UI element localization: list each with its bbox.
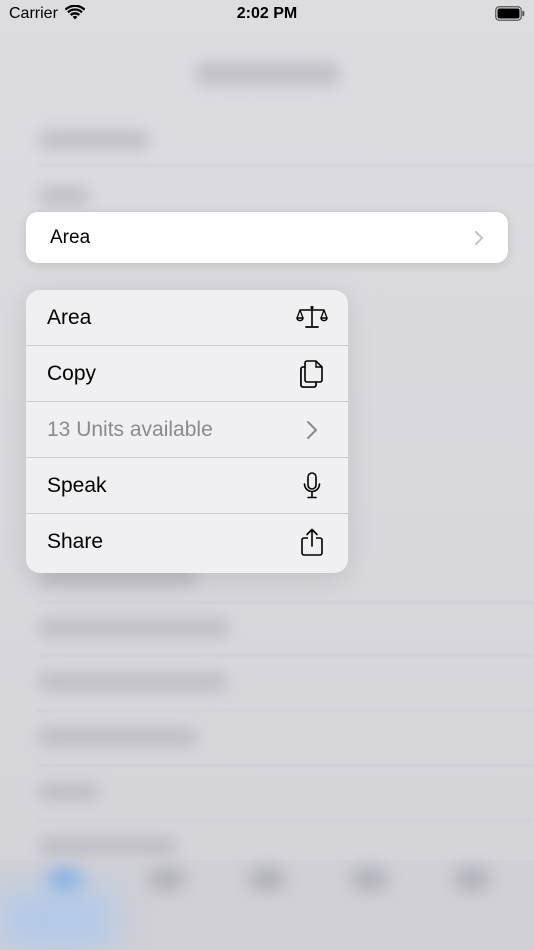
copy-icon	[296, 358, 328, 390]
menu-item-label: Area	[47, 305, 92, 329]
blurred-tab-icon	[455, 868, 489, 890]
status-bar: Carrier 2:02 PM	[0, 0, 534, 28]
blurred-separator	[38, 820, 534, 821]
preview-row-area[interactable]: Area	[26, 212, 508, 263]
context-menu: Area Copy 13 Units available Speak Share	[26, 290, 348, 573]
menu-item-label: Speak	[47, 473, 107, 497]
blurred-separator	[38, 655, 534, 656]
share-icon	[296, 526, 328, 558]
blurred-row	[38, 727, 198, 747]
scale-icon	[296, 302, 328, 334]
menu-item-label: 13 Units available	[47, 417, 213, 441]
menu-item-label: Share	[47, 530, 104, 553]
blurred-tab-icon	[150, 868, 184, 890]
blurred-separator	[38, 602, 534, 603]
menu-item-speak[interactable]: Speak	[26, 458, 348, 514]
blurred-row	[38, 186, 90, 206]
menu-item-label: Copy	[47, 361, 97, 385]
blurred-separator	[38, 710, 534, 711]
battery-icon	[495, 6, 525, 26]
menu-item-share[interactable]: Share	[26, 514, 348, 570]
blurred-separator	[38, 765, 534, 766]
chevron-right-icon	[296, 414, 328, 446]
microphone-icon	[296, 470, 328, 502]
blurred-row	[38, 618, 230, 638]
blurred-nav-title	[195, 62, 340, 86]
blurred-separator	[38, 165, 534, 166]
blurred-row	[38, 782, 100, 802]
menu-item-area[interactable]: Area	[26, 290, 348, 346]
menu-item-units-available[interactable]: 13 Units available	[26, 402, 348, 458]
blurred-tab-icon	[352, 868, 386, 890]
blurred-row	[38, 672, 228, 692]
chevron-right-icon	[474, 230, 484, 246]
blurred-row	[38, 130, 150, 150]
clock: 2:02 PM	[236, 5, 298, 22]
blurred-row	[38, 836, 178, 856]
blurred-tab-icon	[48, 868, 82, 890]
blurred-tab-bar	[0, 860, 534, 950]
blurred-tab-selection	[0, 890, 115, 950]
menu-item-copy[interactable]: Copy	[26, 346, 348, 402]
preview-row-label: Area	[50, 226, 91, 248]
blurred-tab-icon	[250, 868, 284, 890]
